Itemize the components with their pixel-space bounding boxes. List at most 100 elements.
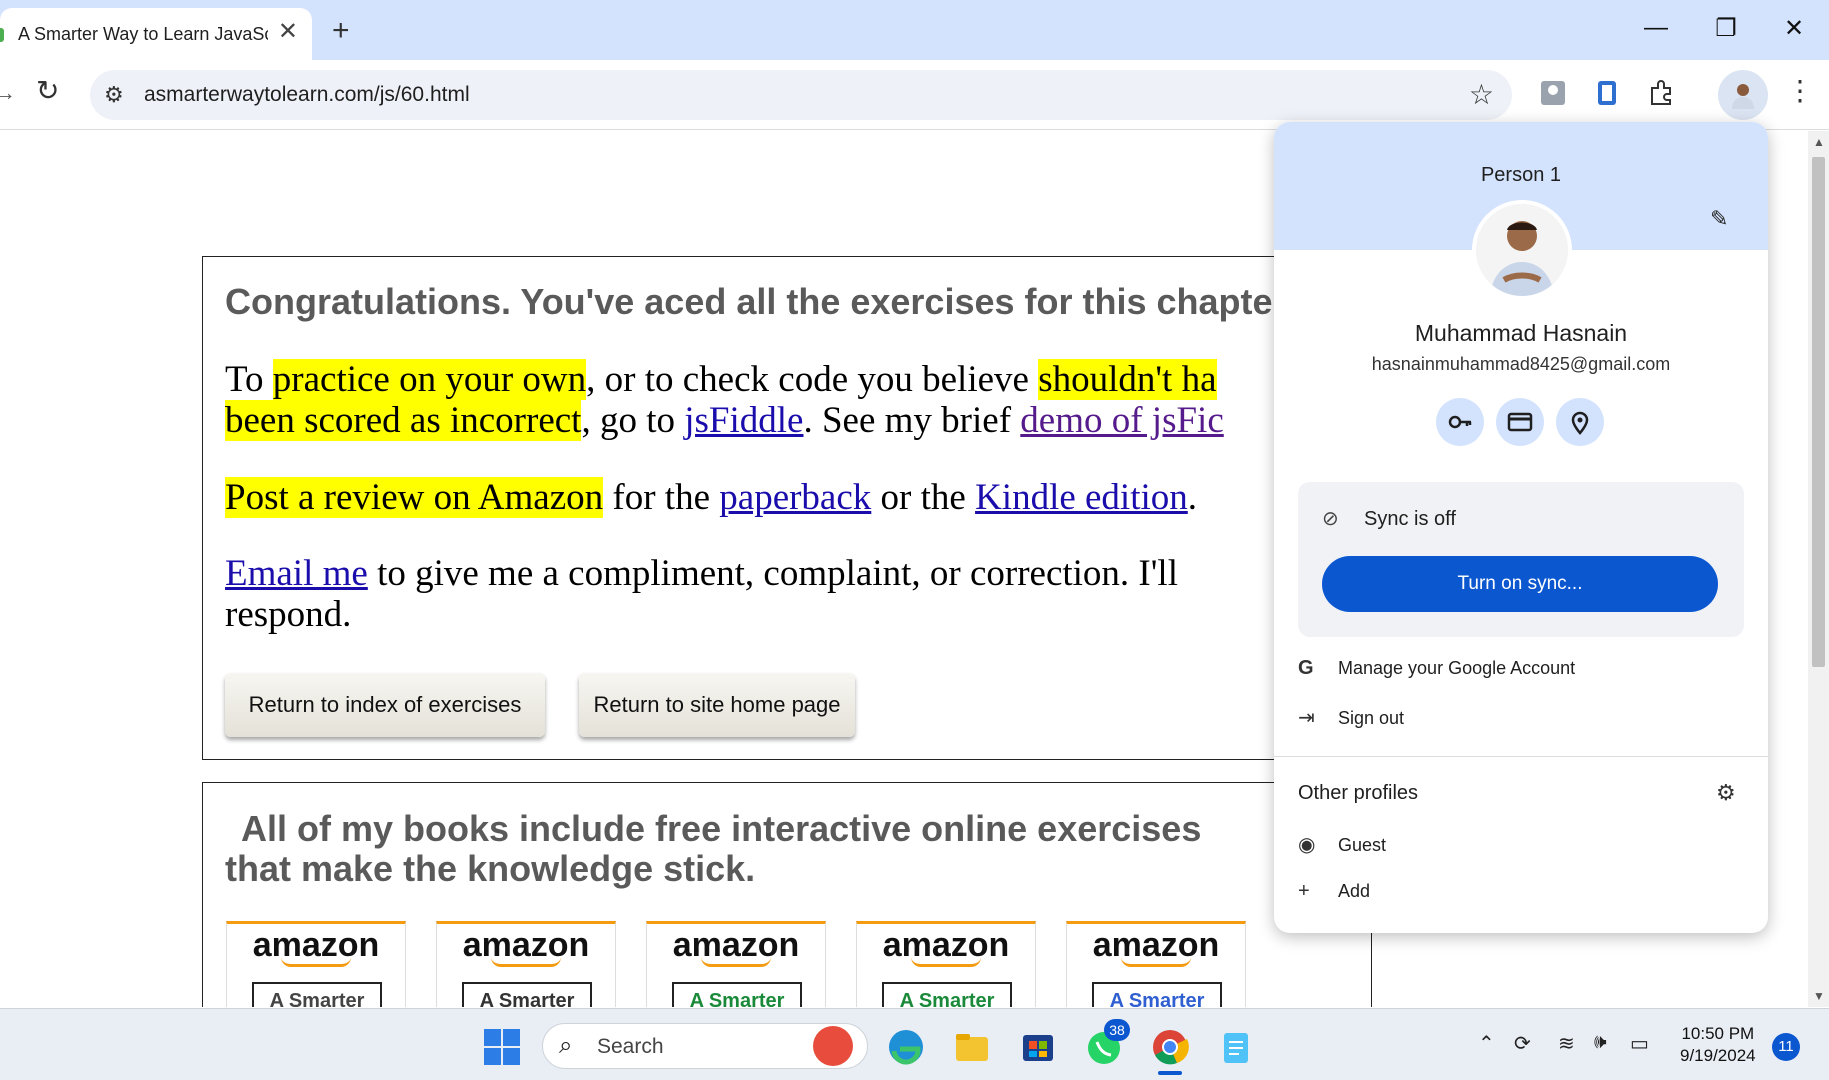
tab-title: A Smarter Way to Learn JavaScr — [18, 23, 268, 44]
close-window-icon[interactable]: ✕ — [1774, 14, 1814, 43]
book-label: A Smarter — [1092, 982, 1222, 1007]
sync-off-icon: ⊘ — [1322, 508, 1339, 530]
sync-status: Sync is off — [1364, 508, 1456, 530]
profile-photo — [1472, 200, 1572, 300]
profile-avatar-button[interactable] — [1718, 70, 1768, 120]
reload-icon[interactable]: ↻ — [36, 74, 59, 107]
whatsapp-badge: 38 — [1104, 1019, 1130, 1041]
congrats-heading: Congratulations. You've aced all the exe… — [225, 281, 1295, 322]
amazon-logo: amazon — [672, 926, 800, 964]
extension-1-icon[interactable] — [1538, 78, 1568, 108]
extension-2-icon[interactable] — [1592, 78, 1622, 108]
taskbar-clock[interactable]: 10:50 PM 9/19/2024 — [1680, 1023, 1756, 1067]
paperback-link[interactable]: paperback — [719, 477, 871, 518]
back-icon[interactable]: → — [0, 80, 16, 106]
congrats-box: Congratulations. You've aced all the exe… — [202, 256, 1372, 760]
microsoft-store-icon[interactable] — [1018, 1027, 1058, 1067]
addresses-location-icon[interactable] — [1556, 398, 1604, 446]
battery-icon[interactable]: ▭ — [1630, 1031, 1649, 1056]
search-placeholder: Search — [597, 1035, 664, 1058]
manage-account-label: Manage your Google Account — [1338, 658, 1576, 678]
bookmark-star-icon[interactable]: ☆ — [1469, 78, 1494, 111]
windows-taskbar: ⌕ Search 38 ⌃ ⟳ ≋ 🕪 ▭ 10:50 PM 9/19/2024… — [0, 1008, 1829, 1080]
edit-profile-pencil-icon[interactable]: ✎ — [1710, 206, 1728, 232]
guest-profile-item[interactable]: ◉ Guest — [1298, 832, 1386, 857]
p2-text-b: or the — [871, 477, 976, 518]
guest-label: Guest — [1338, 835, 1387, 855]
amazon-logo: amazon — [1092, 926, 1220, 964]
onedrive-sync-icon[interactable]: ⟳ — [1514, 1031, 1531, 1056]
p1-highlight-3: been scored as incorrect — [225, 400, 582, 441]
profile-photo-icon — [1476, 204, 1568, 296]
p1-highlight-2: shouldn't ha — [1038, 359, 1217, 400]
google-g-icon: G — [1298, 657, 1314, 679]
amazon-logo: amazon — [882, 926, 1010, 964]
taskbar-search-box[interactable]: ⌕ Search — [542, 1023, 868, 1069]
close-tab-icon[interactable]: ✕ — [278, 20, 298, 44]
jsfiddle-demo-link[interactable]: demo of jsFic — [1020, 400, 1223, 441]
email-me-link[interactable]: Email me — [225, 553, 368, 594]
extensions-puzzle-icon[interactable] — [1646, 78, 1676, 108]
kindle-edition-link[interactable]: Kindle edition — [975, 477, 1188, 518]
browser-menu-icon[interactable]: ⋮ — [1786, 74, 1814, 107]
profile-person-label: Person 1 — [1480, 164, 1562, 186]
new-tab-button[interactable]: + — [332, 14, 350, 48]
active-tab[interactable]: A Smarter Way to Learn JavaScr ✕ — [0, 8, 312, 60]
manage-profiles-gear-icon[interactable]: ⚙ — [1716, 780, 1736, 806]
scroll-up-icon[interactable]: ▲ — [1813, 135, 1825, 149]
site-favicon-icon — [0, 28, 4, 42]
manage-google-account-item[interactable]: G Manage your Google Account — [1298, 657, 1575, 680]
passwords-key-icon[interactable] — [1436, 398, 1484, 446]
tab-strip: A Smarter Way to Learn JavaScr ✕ + — ❐ ✕ — [0, 0, 1829, 60]
scroll-down-icon[interactable]: ▼ — [1813, 989, 1825, 1003]
book-label: A Smarter — [252, 982, 382, 1007]
email-paragraph: Email me to give me a compliment, compla… — [225, 553, 1245, 635]
site-info-icon[interactable]: ⚙ — [104, 82, 124, 108]
book-card-1[interactable]: amazon A Smarter — [226, 921, 406, 1007]
practice-paragraph: To practice on your own, or to check cod… — [225, 359, 1355, 441]
jsfiddle-link[interactable]: jsFiddle — [684, 400, 803, 441]
show-hidden-icons-chevron-icon[interactable]: ⌃ — [1478, 1031, 1495, 1056]
p2-text-a: for the — [603, 477, 720, 518]
p1-text-c: , go to — [581, 400, 685, 441]
clock-date: 9/19/2024 — [1680, 1046, 1756, 1065]
file-explorer-icon[interactable] — [952, 1027, 992, 1067]
notification-count-badge[interactable]: 11 — [1772, 1033, 1800, 1061]
edge-browser-icon[interactable] — [886, 1027, 926, 1067]
add-profile-item[interactable]: + Add — [1298, 880, 1370, 903]
amazon-logo: amazon — [462, 926, 590, 964]
page-scrollbar[interactable]: ▲ ▼ — [1808, 131, 1829, 1007]
p1-highlight-1: practice on your own — [272, 359, 587, 400]
p1-text-d: . See my brief — [803, 400, 1021, 441]
book-card-5[interactable]: amazon A Smarter — [1066, 921, 1246, 1007]
book-card-4[interactable]: amazon A Smarter — [856, 921, 1036, 1007]
chrome-icon[interactable] — [1150, 1027, 1190, 1067]
profile-full-name: Muhammad Hasnain — [1414, 320, 1628, 346]
book-card-3[interactable]: amazon A Smarter — [646, 921, 826, 1007]
book-label: A Smarter — [462, 982, 592, 1007]
volume-icon[interactable]: 🕪 — [1594, 1031, 1607, 1054]
return-index-button[interactable]: Return to index of exercises — [225, 673, 545, 737]
add-label: Add — [1338, 881, 1371, 901]
windows-start-icon[interactable] — [484, 1029, 520, 1065]
turn-on-sync-button[interactable]: Turn on sync... — [1322, 556, 1718, 612]
scrollbar-thumb[interactable] — [1812, 157, 1825, 667]
browser-toolbar: → ↻ ⚙ asmarterwaytolearn.com/js/60.html … — [0, 60, 1829, 130]
minimize-icon[interactable]: — — [1636, 14, 1676, 42]
profile-email: hasnainmuhammad8425@gmail.com — [1371, 354, 1671, 374]
wifi-icon[interactable]: ≋ — [1558, 1031, 1575, 1056]
payment-card-icon[interactable] — [1496, 398, 1544, 446]
sign-out-icon: ⇥ — [1298, 707, 1315, 729]
p1-text-b: , or to check code you believe — [586, 359, 1039, 400]
sign-out-item[interactable]: ⇥ Sign out — [1298, 705, 1404, 730]
add-plus-icon: + — [1298, 880, 1310, 902]
restore-icon[interactable]: ❐ — [1706, 14, 1746, 43]
address-bar[interactable]: ⚙ asmarterwaytolearn.com/js/60.html ☆ — [90, 70, 1512, 120]
books-heading: All of my books include free interactive… — [225, 808, 1202, 889]
book-card-2[interactable]: amazon A Smarter — [436, 921, 616, 1007]
notepad-icon[interactable] — [1216, 1027, 1256, 1067]
return-home-button[interactable]: Return to site home page — [579, 673, 855, 737]
profile-menu-popup: Person 1 ✎ Muhammad Hasnain hasnainmuham… — [1274, 122, 1768, 933]
url-text[interactable]: asmarterwaytolearn.com/js/60.html — [144, 83, 470, 107]
other-profiles-heading: Other profiles — [1298, 782, 1419, 804]
